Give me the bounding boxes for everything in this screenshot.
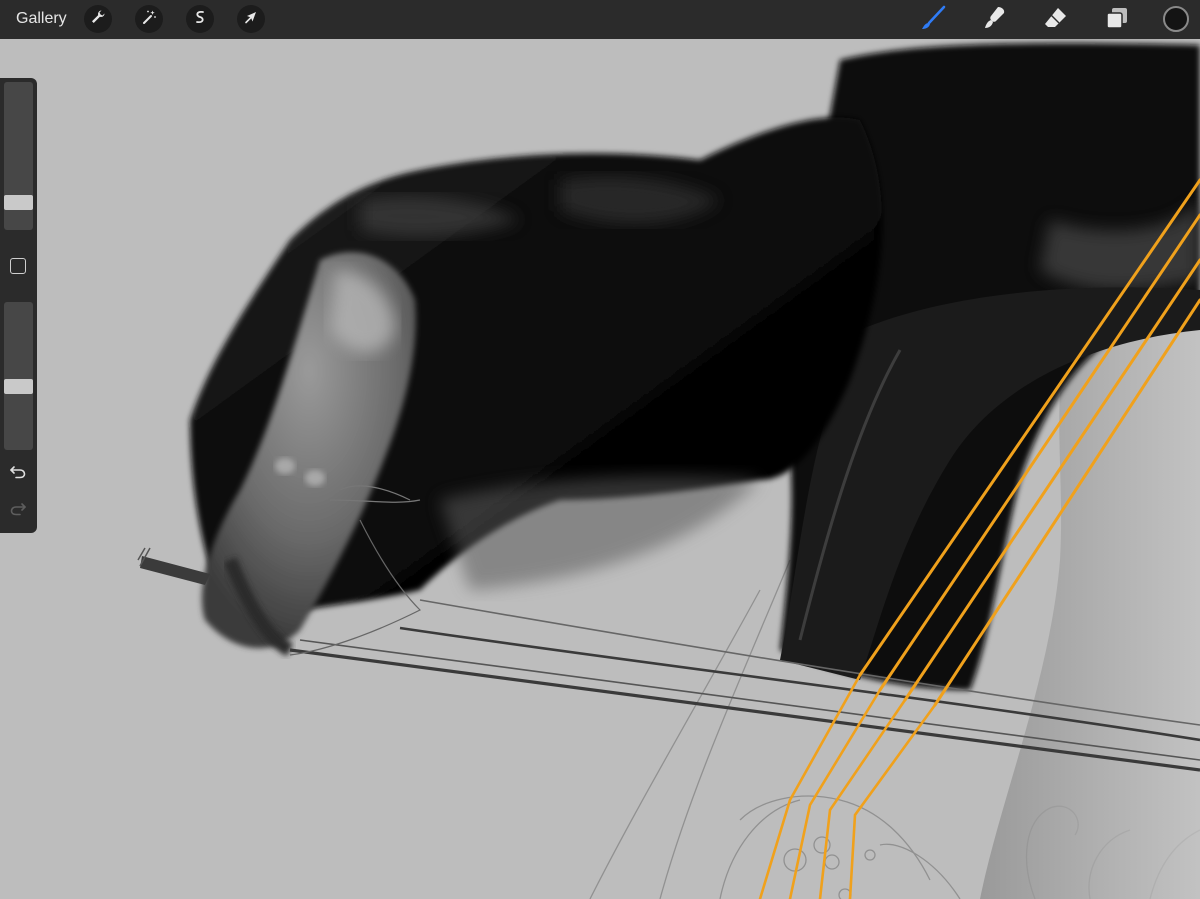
opacity-slider[interactable]	[4, 302, 33, 450]
arrow-cursor-icon	[243, 9, 259, 30]
layers-icon	[1103, 4, 1131, 37]
eraser-tool-button[interactable]	[1041, 5, 1071, 35]
adjustments-button[interactable]	[135, 5, 163, 33]
smudge-tool-button[interactable]	[979, 5, 1009, 35]
undo-button[interactable]	[8, 464, 28, 484]
drawing-canvas[interactable]	[0, 39, 1200, 899]
eraser-icon	[1042, 4, 1070, 37]
brush-icon	[919, 4, 947, 37]
brush-size-slider-thumb[interactable]	[4, 195, 33, 210]
layers-button[interactable]	[1102, 5, 1132, 35]
actions-button[interactable]	[84, 5, 112, 33]
wrench-icon	[90, 9, 106, 30]
color-picker-button[interactable]	[1163, 6, 1189, 32]
brush-size-slider[interactable]	[4, 82, 33, 230]
transform-button[interactable]	[237, 5, 265, 33]
undo-icon	[9, 463, 27, 486]
brush-tool-button[interactable]	[918, 5, 948, 35]
selection-s-icon	[192, 9, 208, 30]
left-sidebar	[0, 78, 37, 533]
smudge-icon	[980, 4, 1008, 37]
redo-icon	[9, 500, 27, 523]
opacity-slider-thumb[interactable]	[4, 379, 33, 394]
magic-wand-icon	[141, 9, 157, 30]
top-toolbar: Gallery	[0, 0, 1200, 39]
selection-button[interactable]	[186, 5, 214, 33]
gallery-button[interactable]: Gallery	[16, 10, 67, 28]
redo-button[interactable]	[8, 501, 28, 521]
modify-button[interactable]	[10, 258, 26, 274]
